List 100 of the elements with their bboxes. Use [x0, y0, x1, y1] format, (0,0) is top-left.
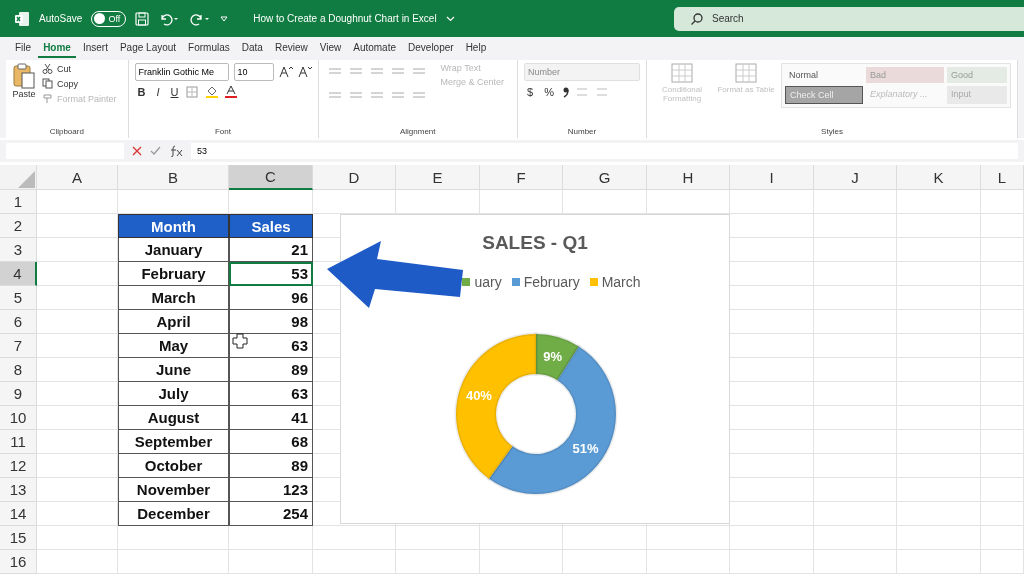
decrease-font-size-icon[interactable]: [297, 66, 312, 78]
table-cell[interactable]: 41: [229, 406, 313, 430]
row-header[interactable]: 9: [0, 382, 37, 406]
group-label: Font: [214, 127, 232, 136]
copy-button[interactable]: Copy: [42, 78, 117, 89]
chart-title: SALES - Q1: [481, 232, 589, 254]
column-header[interactable]: B: [118, 165, 229, 190]
column-header[interactable]: J: [814, 165, 897, 190]
row-header[interactable]: 2: [0, 214, 37, 238]
column-header[interactable]: K: [897, 165, 981, 190]
cut-button[interactable]: Cut: [42, 63, 117, 74]
insert-function-icon[interactable]: [169, 145, 183, 157]
table-cell: November: [118, 478, 229, 502]
row-header[interactable]: 14: [0, 502, 37, 526]
ribbon-tab[interactable]: Formulas: [183, 39, 235, 58]
row-header[interactable]: 4: [0, 262, 37, 286]
row-header[interactable]: 3: [0, 238, 37, 262]
row-header[interactable]: 13: [0, 478, 37, 502]
table-cell[interactable]: 21: [229, 238, 313, 262]
ribbon-tab[interactable]: File: [10, 39, 37, 58]
excel-logo-icon: [14, 10, 30, 27]
row-header[interactable]: 8: [0, 358, 37, 382]
column-header[interactable]: H: [647, 165, 730, 190]
row-header[interactable]: 7: [0, 334, 37, 358]
row-header[interactable]: 12: [0, 454, 37, 478]
column-header[interactable]: A: [37, 165, 118, 190]
caret-icon[interactable]: [445, 15, 455, 22]
table-cell[interactable]: 96: [229, 286, 313, 310]
check-icon[interactable]: [150, 146, 161, 156]
italic-button[interactable]: I: [153, 85, 163, 98]
formula-input[interactable]: 53: [191, 143, 1018, 159]
comma-style-icon[interactable]: [561, 86, 570, 98]
redo-icon[interactable]: [189, 11, 212, 26]
column-header[interactable]: D: [313, 165, 396, 190]
underline-button[interactable]: U: [167, 85, 182, 98]
cancel-icon[interactable]: [132, 146, 142, 156]
table-cell[interactable]: 53: [229, 262, 313, 286]
column-header[interactable]: F: [480, 165, 563, 190]
row-header[interactable]: 5: [0, 286, 37, 310]
ribbon-tab[interactable]: Help: [460, 39, 492, 58]
table-header-cell: Month: [118, 214, 229, 238]
table-cell: October: [118, 454, 229, 478]
column-header[interactable]: L: [981, 165, 1024, 190]
clipboard-icon: [12, 63, 36, 89]
chart-area[interactable]: SALES - Q1 uary February March 9% 51% 40%: [340, 214, 730, 524]
table-cell: January: [118, 238, 229, 262]
column-header[interactable]: E: [396, 165, 480, 190]
ribbon-tab[interactable]: Review: [269, 39, 313, 58]
table-cell[interactable]: 254: [229, 502, 313, 526]
table-cell[interactable]: 68: [229, 430, 313, 454]
column-header[interactable]: I: [730, 165, 814, 190]
column-header[interactable]: G: [563, 165, 647, 190]
plus-cursor-icon: [232, 333, 248, 349]
legend-label: March: [601, 274, 641, 290]
document-title[interactable]: How to Create a Doughnut Chart in Excel: [253, 13, 437, 24]
column-header[interactable]: C: [229, 165, 313, 190]
customize-caret-icon[interactable]: [220, 14, 229, 23]
paintbrush-icon: [42, 93, 53, 104]
ribbon-tab[interactable]: Home: [38, 39, 76, 58]
row-header[interactable]: 11: [0, 430, 37, 454]
cell-style-item[interactable]: Normal: [785, 67, 863, 83]
data-label: 9%: [543, 349, 563, 365]
percent-button[interactable]: %: [541, 86, 557, 98]
table-cell: April: [118, 310, 229, 334]
row-header[interactable]: 1: [0, 190, 37, 214]
legend-label: February: [523, 274, 580, 290]
currency-button[interactable]: $: [524, 86, 537, 98]
table-cell: February: [118, 262, 229, 286]
row-header[interactable]: 10: [0, 406, 37, 430]
ribbon-tab[interactable]: Data: [236, 39, 268, 58]
table-cell[interactable]: 123: [229, 478, 313, 502]
ribbon-tab[interactable]: Page Layout: [114, 39, 182, 58]
increase-font-size-icon[interactable]: [278, 66, 293, 78]
donut-segment[interactable]: [454, 332, 538, 481]
ribbon-tab[interactable]: View: [314, 39, 347, 58]
paste-button[interactable]: Paste: [12, 63, 36, 99]
table-cell[interactable]: 89: [229, 454, 313, 478]
row-header[interactable]: 16: [0, 550, 37, 574]
search-field[interactable]: Search: [674, 6, 1024, 31]
row-header[interactable]: 6: [0, 310, 37, 334]
table-grid-icon: [735, 63, 757, 83]
scissors-icon: [42, 63, 53, 74]
group-label: Alignment: [398, 127, 437, 136]
bold-button[interactable]: B: [134, 85, 149, 98]
ribbon-tab[interactable]: Insert: [77, 39, 113, 58]
table-cell[interactable]: 89: [229, 358, 313, 382]
ribbon-tab[interactable]: Developer: [403, 39, 459, 58]
fill-color-icon[interactable]: [205, 85, 220, 98]
ribbon-tab[interactable]: Automate: [348, 39, 402, 58]
font-name-dropdown[interactable]: Franklin Gothic Me: [134, 63, 229, 81]
table-cell: May: [118, 334, 229, 358]
autosave-label: AutoSave: [39, 13, 83, 24]
undo-icon[interactable]: [158, 11, 181, 26]
row-header[interactable]: 15: [0, 526, 37, 550]
font-color-icon[interactable]: [224, 85, 239, 98]
table-cell: September: [118, 430, 229, 454]
table-grid-icon: [671, 63, 693, 83]
font-size-dropdown[interactable]: 10: [233, 63, 274, 81]
table-cell[interactable]: 63: [229, 382, 313, 406]
save-icon[interactable]: [135, 11, 150, 26]
